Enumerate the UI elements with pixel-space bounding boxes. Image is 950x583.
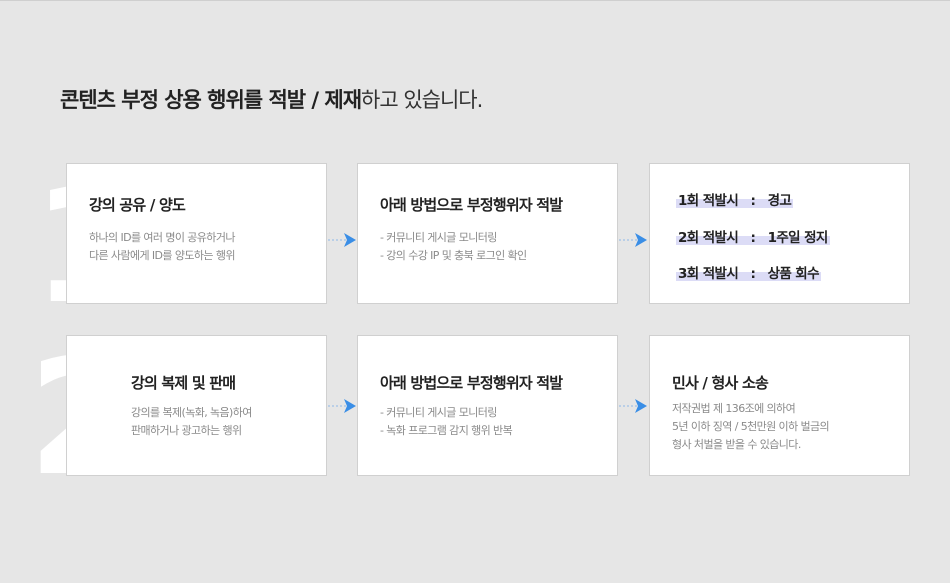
arrow-right-icon — [619, 233, 647, 247]
arrow-right-icon — [619, 399, 647, 413]
card-description: - 커뮤니티 게시글 모니터링 - 강의 수강 IP 및 충북 로그인 확인 — [380, 229, 527, 265]
card-detection-1: 아래 방법으로 부정행위자 적발 - 커뮤니티 게시글 모니터링 - 강의 수강… — [357, 163, 618, 304]
penalty-2: 2회 적발시 : 1주일 정지 — [676, 226, 830, 246]
description-line: 다른 사람에게 ID를 양도하는 행위 — [89, 249, 235, 262]
penalty-text: 3회 적발시 : 상품 회수 — [676, 262, 821, 282]
description-line: 5년 이하 징역 / 5천만원 이하 벌금의 — [672, 420, 830, 433]
card-title: 강의 복제 및 판매 — [131, 374, 236, 392]
description-line: 판매하거나 광고하는 행위 — [131, 424, 242, 437]
penalty-text: 1회 적발시 : 경고 — [675, 189, 794, 209]
description-line: 형사 처벌을 받을 수 있습니다. — [672, 438, 801, 451]
card-description: 저작권법 제 136조에 의하여 5년 이하 징역 / 5천만원 이하 벌금의 … — [672, 400, 830, 454]
card-lawsuit: 민사 / 형사 소송 저작권법 제 136조에 의하여 5년 이하 징역 / 5… — [649, 335, 910, 476]
card-title: 민사 / 형사 소송 — [672, 374, 769, 392]
description-line: 강의를 복제(녹화, 녹음)하여 — [131, 406, 252, 419]
card-title: 아래 방법으로 부정행위자 적발 — [380, 374, 563, 392]
penalty-text: 2회 적발시 : 1주일 정지 — [676, 226, 830, 246]
description-line: 저작권법 제 136조에 의하여 — [672, 402, 796, 415]
card-copying: 강의 복제 및 판매 강의를 복제(녹화, 녹음)하여 판매하거나 광고하는 행… — [66, 335, 327, 476]
description-line: - 커뮤니티 게시글 모니터링 — [380, 231, 497, 244]
card-description: 강의를 복제(녹화, 녹음)하여 판매하거나 광고하는 행위 — [131, 404, 252, 440]
description-line: - 강의 수강 IP 및 충북 로그인 확인 — [380, 249, 527, 262]
card-title: 강의 공유 / 양도 — [89, 196, 186, 214]
arrow-right-icon — [328, 399, 356, 413]
card-detection-2: 아래 방법으로 부정행위자 적발 - 커뮤니티 게시글 모니터링 - 녹화 프로… — [357, 335, 618, 476]
card-description: - 커뮤니티 게시글 모니터링 - 녹화 프로그램 감지 행위 반복 — [380, 404, 513, 440]
card-description: 하나의 ID를 여러 명이 공유하거나 다른 사람에게 ID를 양도하는 행위 — [89, 229, 235, 265]
description-line: 하나의 ID를 여러 명이 공유하거나 — [89, 231, 235, 244]
penalty-1: 1회 적발시 : 경고 — [675, 189, 794, 209]
headline-bold: 콘텐츠 부정 상용 행위를 적발 / 제재 — [60, 88, 362, 112]
card-penalty-levels: 1회 적발시 : 경고 2회 적발시 : 1주일 정지 3회 적발시 : 상품 … — [649, 163, 910, 304]
arrow-right-icon — [328, 233, 356, 247]
card-sharing: 강의 공유 / 양도 하나의 ID를 여러 명이 공유하거나 다른 사람에게 I… — [66, 163, 327, 304]
penalty-3: 3회 적발시 : 상품 회수 — [676, 262, 821, 282]
card-title: 아래 방법으로 부정행위자 적발 — [380, 196, 563, 214]
description-line: - 커뮤니티 게시글 모니터링 — [380, 406, 497, 419]
headline-normal: 하고 있습니다. — [361, 88, 483, 112]
description-line: - 녹화 프로그램 감지 행위 반복 — [380, 424, 513, 437]
top-border — [0, 0, 950, 1]
page-headline: 콘텐츠 부정 상용 행위를 적발 / 제재하고 있습니다. — [60, 84, 483, 114]
